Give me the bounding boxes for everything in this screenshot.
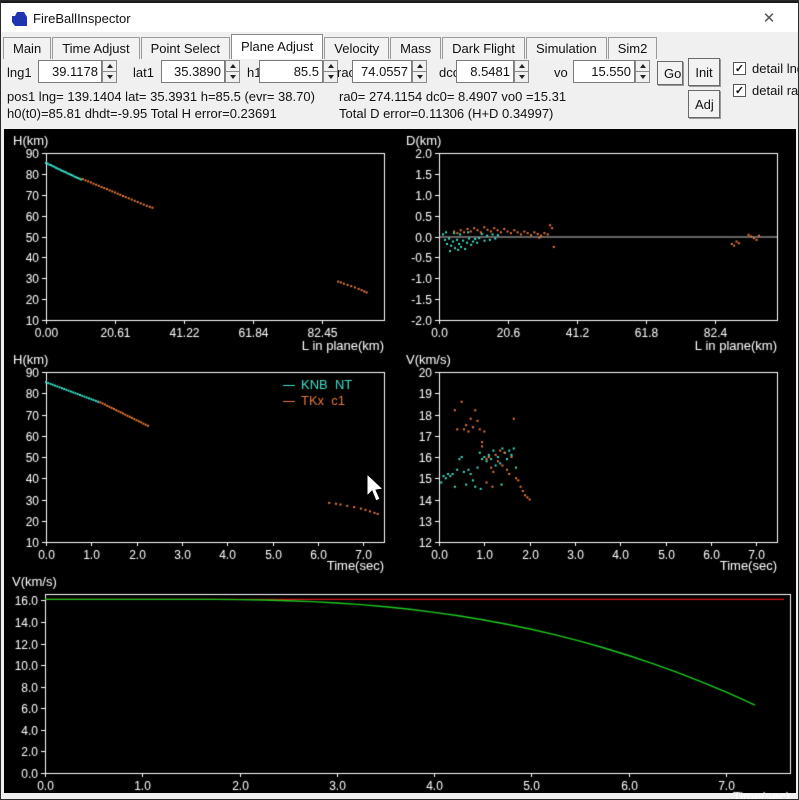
init-button[interactable]: Init: [688, 58, 720, 86]
triangle-down-icon[interactable]: [323, 72, 338, 83]
triangle-down-icon[interactable]: [514, 72, 529, 83]
triangle-up-icon[interactable]: [225, 60, 240, 72]
h1-input[interactable]: [259, 60, 323, 83]
vo-input[interactable]: [573, 60, 635, 83]
status-d-error: Total D error=0.11306 (H+D 0.34997): [339, 106, 553, 121]
lat1-stepper[interactable]: [225, 60, 240, 83]
dco-stepper[interactable]: [514, 60, 529, 83]
triangle-down-icon[interactable]: [102, 72, 117, 83]
tab-mass[interactable]: Mass: [390, 37, 441, 59]
lng1-label: lng1: [7, 65, 32, 80]
triangle-down-icon[interactable]: [225, 72, 240, 83]
tab-time-adjust[interactable]: Time Adjust: [52, 37, 139, 59]
detail-ra-dc-checkbox[interactable]: ✓ detail ra dc: [733, 83, 799, 98]
charts-panel: [4, 129, 796, 793]
tab-sim2[interactable]: Sim2: [608, 37, 658, 59]
close-icon[interactable]: ✕: [758, 8, 780, 30]
triangle-up-icon[interactable]: [635, 60, 650, 72]
triangle-up-icon[interactable]: [514, 60, 529, 72]
tab-velocity[interactable]: Velocity: [324, 37, 389, 59]
app-window: FireBallInspector ✕ Main Time Adjust Poi…: [0, 0, 799, 800]
triangle-down-icon[interactable]: [635, 72, 650, 83]
dco-input[interactable]: [456, 60, 514, 83]
app-icon: [10, 10, 28, 28]
rao-input[interactable]: [352, 60, 412, 83]
lng1-input[interactable]: [38, 60, 102, 83]
tab-dark-flight[interactable]: Dark Flight: [442, 37, 525, 59]
triangle-up-icon[interactable]: [323, 60, 338, 72]
status-h-error: h0(t0)=85.81 dhdt=-9.95 Total H error=0.…: [7, 106, 277, 121]
tab-plane-adjust[interactable]: Plane Adjust: [231, 34, 323, 59]
go-button[interactable]: Go: [657, 61, 683, 85]
vo-stepper[interactable]: [635, 60, 650, 83]
tab-bar: Main Time Adjust Point Select Plane Adju…: [3, 34, 658, 59]
h1-stepper[interactable]: [323, 60, 338, 83]
triangle-up-icon[interactable]: [102, 60, 117, 72]
rao-stepper[interactable]: [412, 60, 427, 83]
lng1-stepper[interactable]: [102, 60, 117, 83]
lat1-input[interactable]: [161, 60, 225, 83]
check-icon[interactable]: ✓: [733, 62, 746, 75]
triangle-up-icon[interactable]: [412, 60, 427, 72]
triangle-down-icon[interactable]: [412, 72, 427, 83]
titlebar: FireBallInspector ✕: [1, 1, 798, 32]
vo-label: vo: [554, 65, 568, 80]
detail-lng-lat-checkbox[interactable]: ✓ detail lng lat: [733, 61, 799, 76]
detail-lng-lat-label: detail lng lat: [752, 61, 799, 76]
status-pos1: pos1 lng= 139.1404 lat= 35.3931 h=85.5 (…: [7, 89, 315, 104]
status-ra0: ra0= 274.1154 dc0= 8.4907 vo0 =15.31: [339, 89, 566, 104]
detail-ra-dc-label: detail ra dc: [752, 83, 799, 98]
check-icon[interactable]: ✓: [733, 84, 746, 97]
tab-simulation[interactable]: Simulation: [526, 37, 607, 59]
tab-point-select[interactable]: Point Select: [141, 37, 230, 59]
adj-button[interactable]: Adj: [688, 90, 720, 118]
lat1-label: lat1: [133, 65, 154, 80]
window-title: FireBallInspector: [33, 11, 131, 26]
tab-main[interactable]: Main: [3, 37, 51, 59]
